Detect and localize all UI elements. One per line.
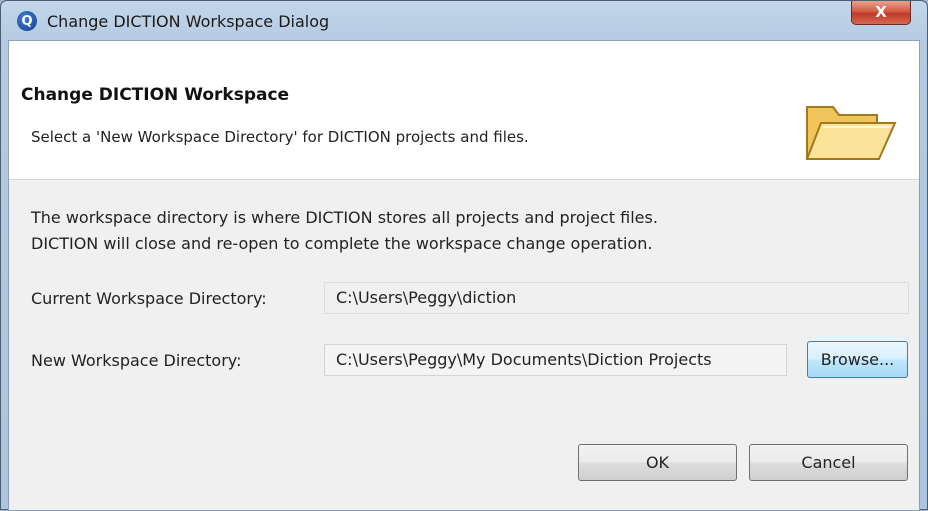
current-workspace-label: Current Workspace Directory:	[31, 289, 267, 308]
header-description: Select a 'New Workspace Directory' for D…	[31, 128, 529, 146]
title-bar[interactable]: Q Change DICTION Workspace Dialog X	[1, 1, 927, 35]
intro-text: The workspace directory is where DICTION…	[31, 205, 658, 257]
diction-app-icon: Q	[17, 11, 37, 31]
open-folder-icon	[805, 106, 897, 160]
app-icon-glyph: Q	[21, 13, 33, 29]
intro-line-2: DICTION will close and re-open to comple…	[31, 234, 653, 253]
new-workspace-field[interactable]: C:\Users\Peggy\My Documents\Diction Proj…	[324, 344, 787, 376]
current-workspace-field: C:\Users\Peggy\diction	[324, 282, 909, 314]
dialog-client-area: Change DICTION Workspace Select a 'New W…	[8, 40, 920, 511]
cancel-button[interactable]: Cancel	[749, 444, 908, 481]
browse-button[interactable]: Browse...	[807, 341, 908, 378]
new-workspace-label: New Workspace Directory:	[31, 351, 242, 370]
dialog-window: Q Change DICTION Workspace Dialog X Chan…	[0, 0, 928, 511]
header-title: Change DICTION Workspace	[21, 85, 290, 105]
intro-line-1: The workspace directory is where DICTION…	[31, 208, 658, 227]
dialog-header: Change DICTION Workspace Select a 'New W…	[9, 41, 919, 180]
close-icon: X	[875, 3, 887, 21]
window-title: Change DICTION Workspace Dialog	[47, 12, 330, 31]
ok-button[interactable]: OK	[578, 444, 737, 481]
close-button[interactable]: X	[851, 1, 911, 25]
